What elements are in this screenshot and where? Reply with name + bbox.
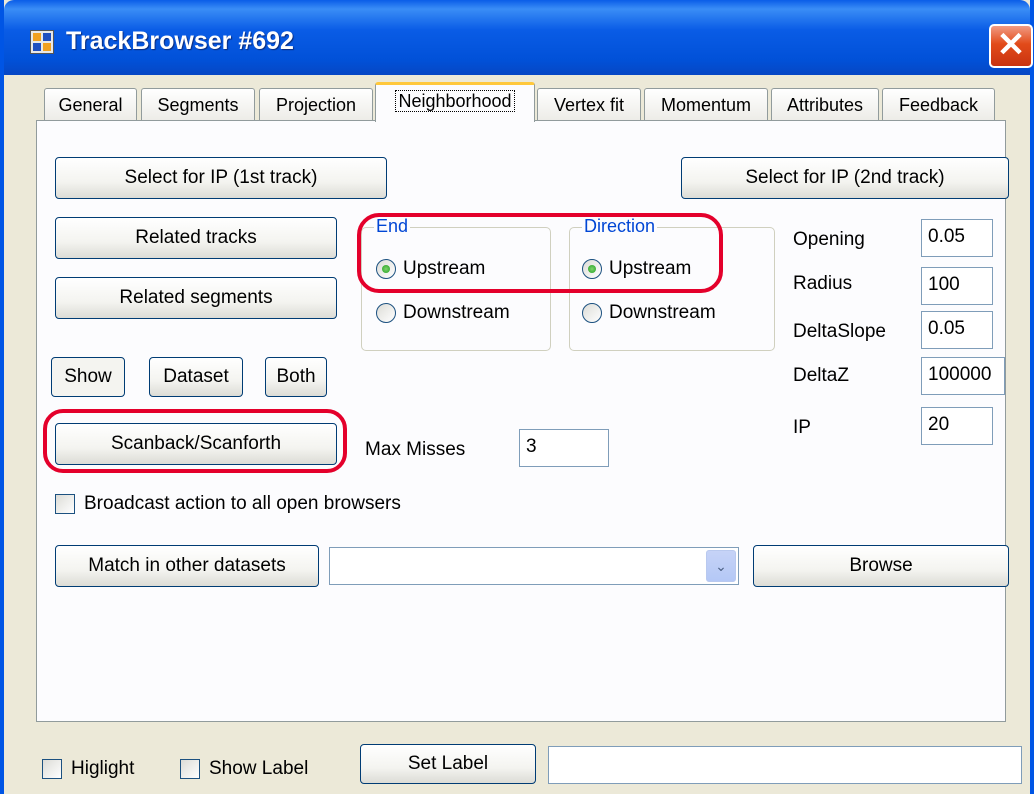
tab-momentum[interactable]: Momentum xyxy=(644,88,768,122)
opening-label: Opening xyxy=(793,229,865,250)
deltaz-field[interactable]: 100000 xyxy=(921,357,1005,395)
trackbrowser-window: TrackBrowser #692 ✕ General Segments Pro… xyxy=(0,0,1034,794)
opening-field[interactable]: 0.05 xyxy=(921,219,993,257)
browse-button[interactable]: Browse xyxy=(753,545,1009,587)
tab-projection[interactable]: Projection xyxy=(259,88,373,122)
window-title: TrackBrowser #692 xyxy=(66,27,294,55)
app-window-icon xyxy=(30,30,54,54)
tab-attributes[interactable]: Attributes xyxy=(771,88,879,122)
checkbox-icon xyxy=(180,759,200,779)
label-input[interactable] xyxy=(548,746,1022,784)
max-misses-field[interactable]: 3 xyxy=(519,429,609,467)
select-ip-1st-button[interactable]: Select for IP (1st track) xyxy=(55,157,387,199)
deltaz-label: DeltaZ xyxy=(793,365,849,386)
deltaslope-field[interactable]: 0.05 xyxy=(921,311,993,349)
tab-feedback[interactable]: Feedback xyxy=(882,88,995,122)
tab-neighborhood[interactable]: Neighborhood xyxy=(375,82,535,122)
show-button[interactable]: Show xyxy=(51,357,125,397)
set-label-button[interactable]: Set Label xyxy=(360,744,536,784)
select-ip-2nd-button[interactable]: Select for IP (2nd track) xyxy=(681,157,1009,199)
radius-field[interactable]: 100 xyxy=(921,267,993,305)
neighborhood-panel: Select for IP (1st track) Select for IP … xyxy=(36,120,1009,722)
radio-unchecked-icon xyxy=(376,303,396,323)
related-tracks-button[interactable]: Related tracks xyxy=(55,217,337,259)
max-misses-label: Max Misses xyxy=(365,439,466,460)
match-other-datasets-button[interactable]: Match in other datasets xyxy=(55,545,319,587)
checkbox-icon xyxy=(55,494,75,514)
title-bar[interactable]: TrackBrowser #692 ✕ xyxy=(4,0,1033,75)
show-label-checkbox[interactable]: Show Label xyxy=(180,758,308,780)
ip-label: IP xyxy=(793,417,811,438)
dataset-combo[interactable]: ⌄ xyxy=(329,547,739,585)
checkbox-icon xyxy=(42,759,62,779)
upstream-highlight-ring xyxy=(357,213,723,293)
dataset-button[interactable]: Dataset xyxy=(149,357,243,397)
broadcast-checkbox[interactable]: Broadcast action to all open browsers xyxy=(55,493,401,515)
related-segments-button[interactable]: Related segments xyxy=(55,277,337,319)
end-downstream-radio[interactable]: Downstream xyxy=(376,302,510,324)
radio-unchecked-icon xyxy=(582,303,602,323)
deltaslope-label: DeltaSlope xyxy=(793,321,886,342)
tab-general[interactable]: General xyxy=(44,88,137,122)
direction-downstream-radio[interactable]: Downstream xyxy=(582,302,716,324)
radius-label: Radius xyxy=(793,273,853,294)
scanback-highlight-ring xyxy=(43,409,347,473)
chevron-down-icon[interactable]: ⌄ xyxy=(706,550,736,582)
ip-field[interactable]: 20 xyxy=(921,407,993,445)
both-button[interactable]: Both xyxy=(265,357,327,397)
tab-segments[interactable]: Segments xyxy=(141,88,255,122)
highlight-checkbox[interactable]: Higlight xyxy=(42,758,134,780)
tab-vertex-fit[interactable]: Vertex fit xyxy=(537,88,641,122)
close-icon[interactable]: ✕ xyxy=(989,24,1033,68)
